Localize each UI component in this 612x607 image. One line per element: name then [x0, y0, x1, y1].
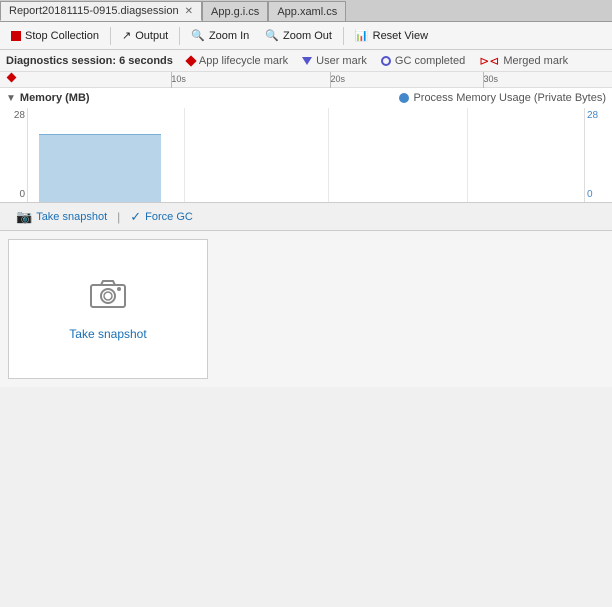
y-max-right-label: 28 — [587, 110, 598, 121]
gc-icon — [381, 56, 391, 66]
tab-appxaml-label: App.xaml.cs — [277, 6, 337, 18]
memory-chart-section: ▼ Memory (MB) Process Memory Usage (Priv… — [0, 88, 612, 203]
ruler-30s: 30s — [483, 74, 498, 84]
grid-line-3 — [467, 108, 468, 202]
output-label: Output — [135, 30, 168, 42]
force-gc-button[interactable]: ✓ Force GC — [122, 207, 201, 227]
tab-bar: Report20181115-0915.diagsession ✕ App.g.… — [0, 0, 612, 22]
legend-gc-completed: GC completed — [381, 55, 465, 67]
take-snapshot-button[interactable]: 📷 Take snapshot — [8, 207, 115, 227]
tab-report-close[interactable]: ✕ — [185, 6, 193, 17]
toolbar-separator-3 — [343, 27, 344, 45]
y-min-right-label: 0 — [587, 189, 593, 200]
force-gc-icon: ✓ — [130, 209, 141, 225]
y-axis-left: 28 0 — [0, 108, 28, 202]
y-max-label: 28 — [14, 110, 25, 121]
legend-dot-icon — [399, 93, 409, 103]
chart-title-area: ▼ Memory (MB) — [6, 92, 90, 104]
take-snapshot-action-label: Take snapshot — [36, 211, 107, 223]
output-button[interactable]: ↗ Output — [115, 25, 175, 47]
tab-report[interactable]: Report20181115-0915.diagsession ✕ — [0, 1, 202, 21]
toolbar-separator-1 — [110, 27, 111, 45]
chart-header: ▼ Memory (MB) Process Memory Usage (Priv… — [0, 88, 612, 108]
snapshot-card[interactable]: Take snapshot — [8, 239, 208, 379]
grid-line-1 — [184, 108, 185, 202]
output-icon: ↗ — [122, 29, 131, 42]
triangle-down-icon — [302, 57, 312, 65]
y-axis-right: 28 0 — [584, 108, 612, 202]
grid-line-2 — [328, 108, 329, 202]
stop-icon — [11, 31, 21, 41]
session-label: Diagnostics session: 6 seconds — [6, 55, 173, 67]
timeline-diamond-mark — [7, 72, 17, 82]
chart-area: 28 0 28 0 — [0, 108, 612, 202]
diamond-icon — [185, 55, 196, 66]
chart-canvas[interactable] — [28, 108, 584, 202]
diagnostics-bar: Diagnostics session: 6 seconds App lifec… — [0, 50, 612, 72]
gc-completed-label: GC completed — [395, 55, 465, 67]
chart-legend-label: Process Memory Usage (Private Bytes) — [413, 92, 606, 104]
force-gc-label: Force GC — [145, 211, 193, 223]
zoom-in-label: Zoom In — [209, 30, 249, 42]
tab-appxaml[interactable]: App.xaml.cs — [268, 1, 346, 21]
collapse-arrow-icon[interactable]: ▼ — [6, 93, 16, 104]
zoom-out-icon: 🔍 — [265, 29, 279, 42]
zoom-out-label: Zoom Out — [283, 30, 332, 42]
stop-collection-button[interactable]: Stop Collection — [4, 25, 106, 47]
legend-app-lifecycle: App lifecycle mark — [187, 55, 288, 67]
tab-appgics[interactable]: App.g.i.cs — [202, 1, 268, 21]
y-min-label: 0 — [19, 189, 25, 200]
merged-mark-label: Merged mark — [503, 55, 568, 67]
zoom-out-button[interactable]: 🔍 Zoom Out — [258, 25, 339, 47]
reset-view-label: Reset View — [373, 30, 428, 42]
memory-fill-area — [39, 134, 161, 202]
ruler-10s: 10s — [171, 74, 186, 84]
app-lifecycle-label: App lifecycle mark — [199, 55, 288, 67]
camera-small-icon: 📷 — [16, 209, 32, 225]
tab-appgics-label: App.g.i.cs — [211, 6, 259, 18]
toolbar-separator-2 — [179, 27, 180, 45]
chart-title-label: Memory (MB) — [20, 92, 90, 104]
reset-view-button[interactable]: 📊 Reset View — [348, 25, 435, 47]
tab-report-label: Report20181115-0915.diagsession — [9, 5, 179, 17]
camera-icon — [90, 278, 126, 315]
ruler-20s: 20s — [330, 74, 345, 84]
zoom-in-icon: 🔍 — [191, 29, 205, 42]
legend-merged-mark: ⊳⊲ Merged mark — [479, 54, 568, 68]
reset-view-icon: 📊 — [355, 29, 369, 42]
timeline-ruler: 10s 20s 30s — [0, 72, 612, 88]
snapshot-area: Take snapshot — [0, 231, 612, 387]
toolbar: Stop Collection ↗ Output 🔍 Zoom In 🔍 Zoo… — [0, 22, 612, 50]
action-bar: 📷 Take snapshot | ✓ Force GC — [0, 203, 612, 231]
snapshot-card-label: Take snapshot — [69, 327, 146, 341]
user-mark-label: User mark — [316, 55, 367, 67]
merged-icon: ⊳⊲ — [479, 54, 499, 68]
zoom-in-button[interactable]: 🔍 Zoom In — [184, 25, 256, 47]
action-separator: | — [115, 210, 122, 224]
legend-user-mark: User mark — [302, 55, 367, 67]
bottom-panel: 📷 Take snapshot | ✓ Force GC Take snapsh… — [0, 203, 612, 387]
stop-collection-label: Stop Collection — [25, 30, 99, 42]
chart-legend: Process Memory Usage (Private Bytes) — [399, 92, 606, 104]
